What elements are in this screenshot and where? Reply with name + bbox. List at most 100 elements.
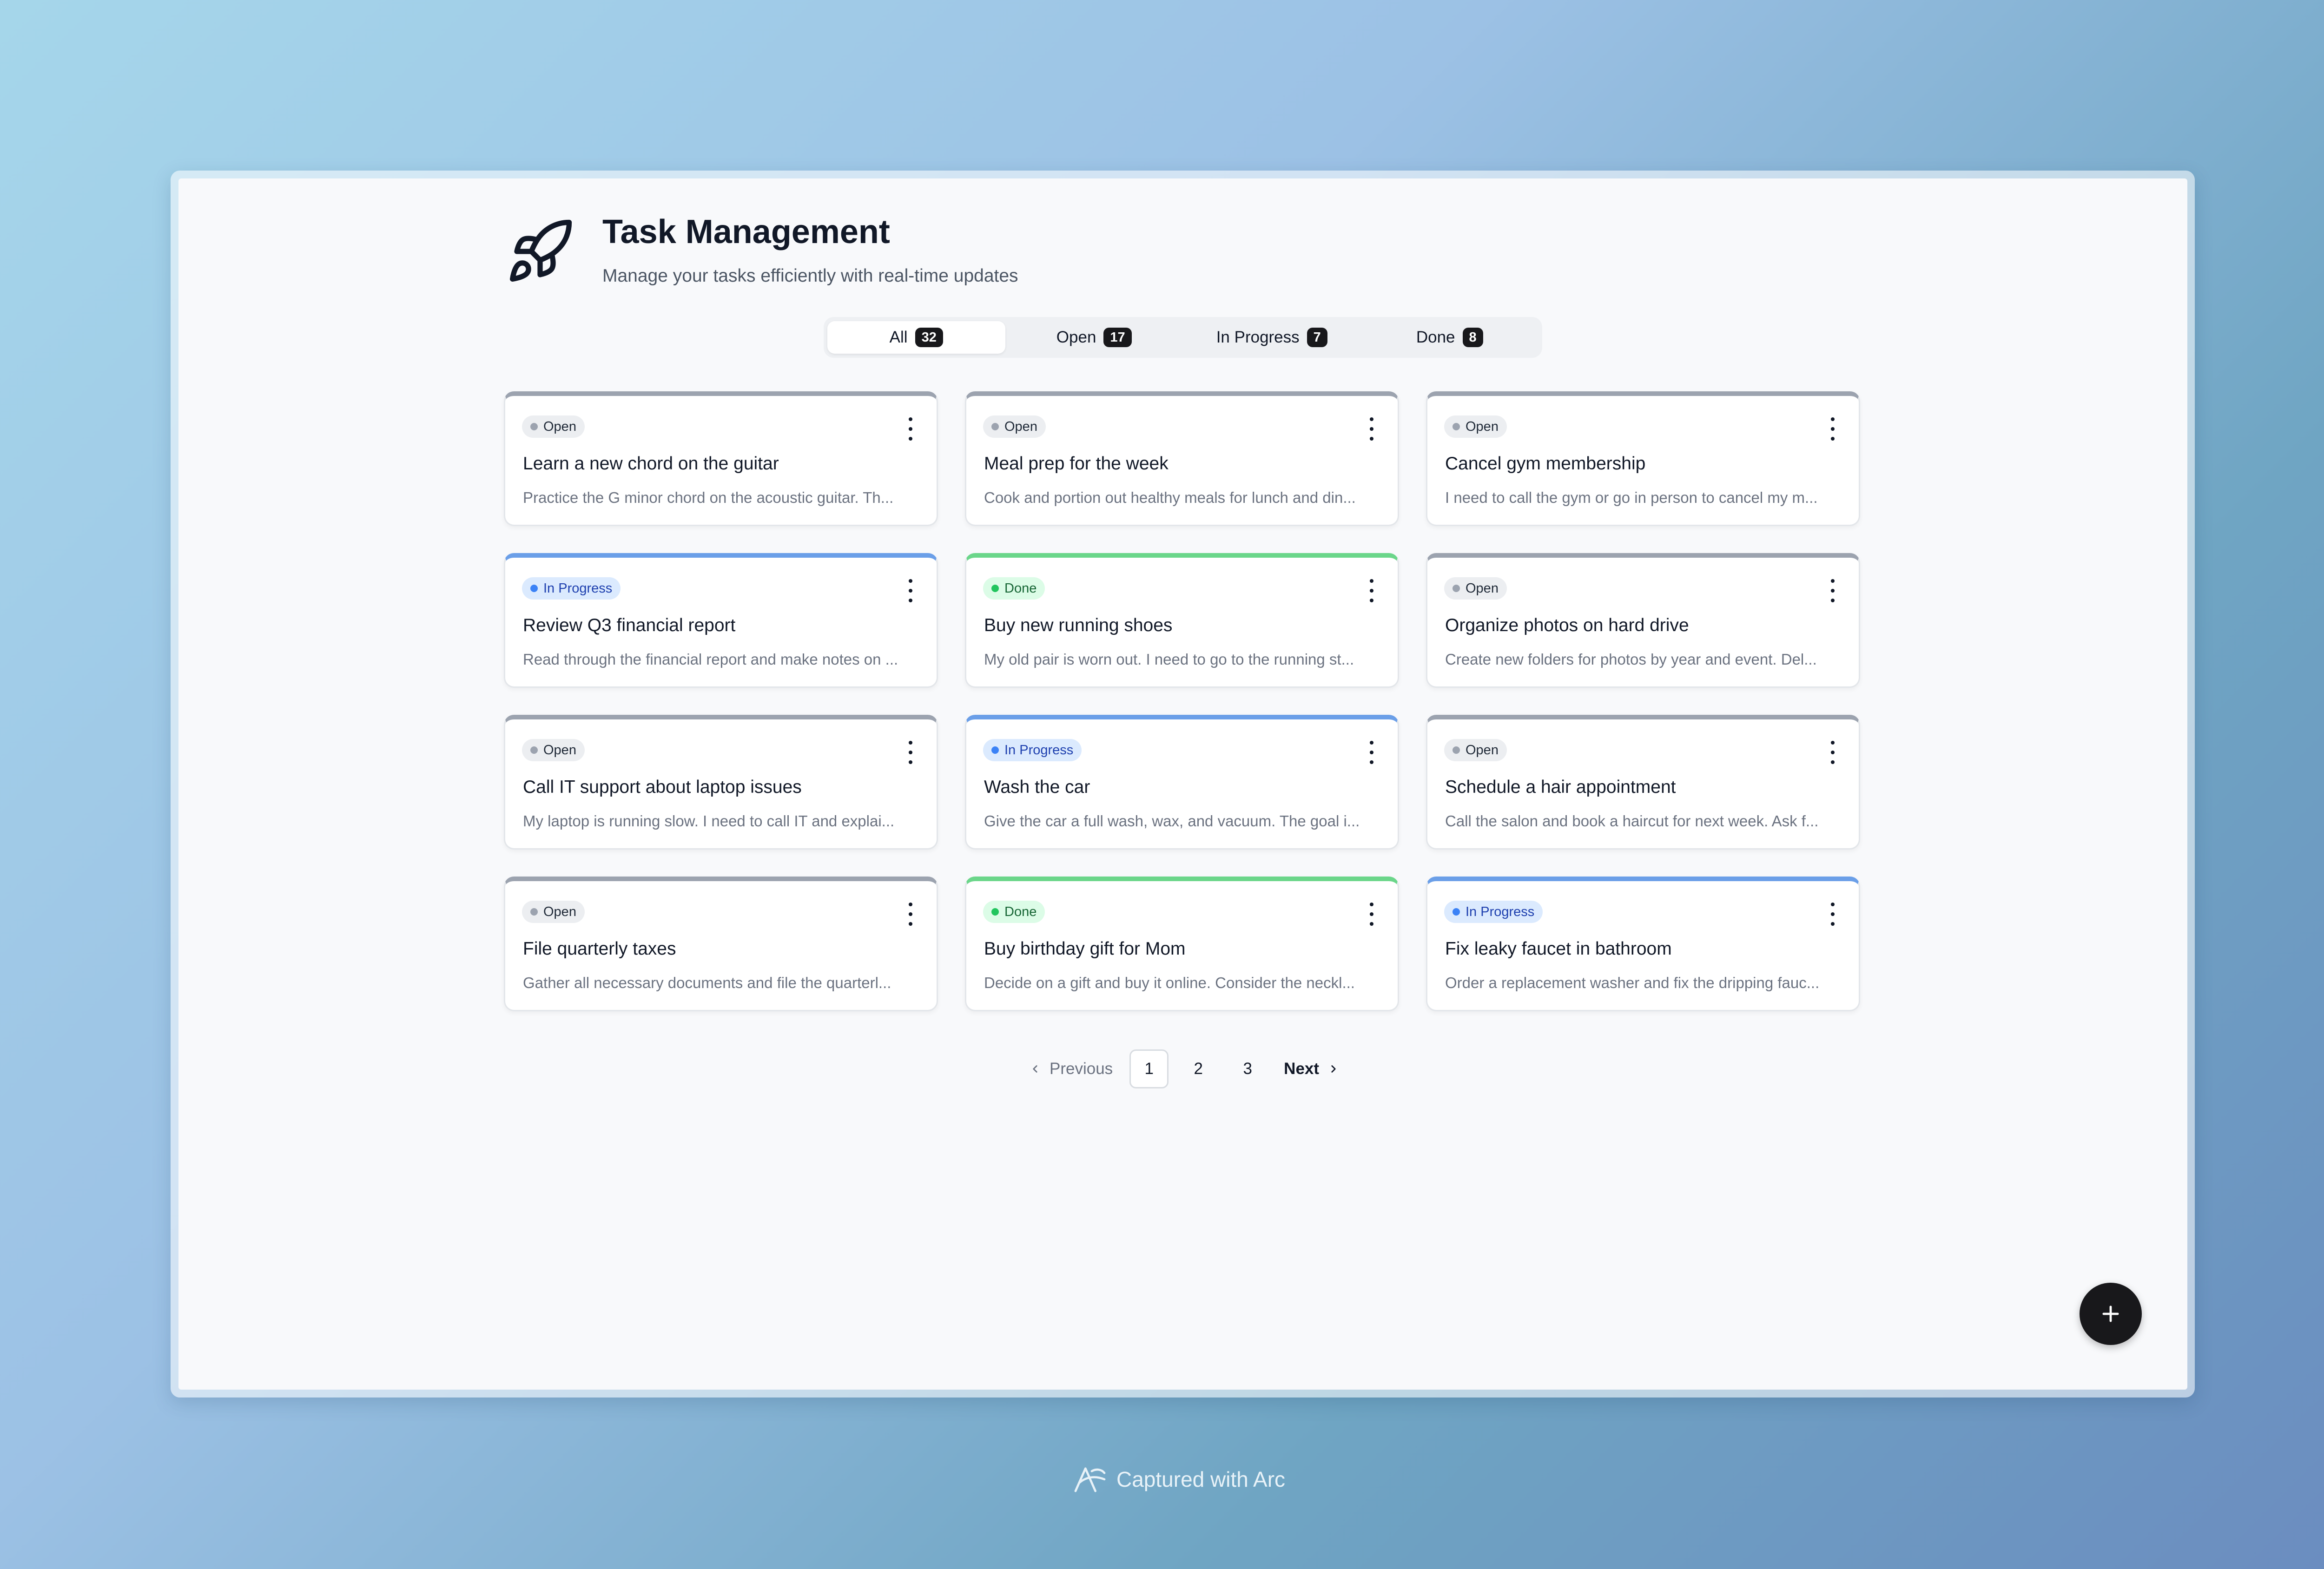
- task-card[interactable]: Done Buy birthday gift for Mom Decide on…: [965, 877, 1399, 1011]
- task-description: My old pair is worn out. I need to go to…: [984, 651, 1354, 668]
- task-card[interactable]: Open Schedule a hair appointment Call th…: [1426, 715, 1860, 850]
- status-badge: Open: [1444, 739, 1507, 761]
- status-badge: In Progress: [1444, 901, 1543, 923]
- pagination: Previous 1 2 3 Next: [1023, 1048, 1346, 1089]
- page-3-button[interactable]: 3: [1228, 1049, 1267, 1088]
- more-options-icon[interactable]: [1828, 903, 1837, 926]
- tab-count-badge: 32: [915, 327, 943, 348]
- status-dot: [1452, 423, 1460, 430]
- status-filter-tabs: All 32 Open 17 In Progress 7 Done 8: [824, 317, 1542, 358]
- status-badge: In Progress: [522, 577, 621, 600]
- status-dot: [991, 423, 999, 430]
- tab-label: In Progress: [1216, 328, 1300, 346]
- next-label: Next: [1284, 1060, 1320, 1078]
- more-options-icon[interactable]: [1828, 417, 1837, 441]
- status-dot: [530, 908, 538, 916]
- task-title: Review Q3 financial report: [523, 615, 736, 635]
- more-options-icon[interactable]: [906, 417, 915, 441]
- status-badge: Open: [1444, 577, 1507, 600]
- more-options-icon[interactable]: [1367, 579, 1376, 602]
- status-label: Open: [1466, 419, 1499, 434]
- status-badge: Open: [1444, 415, 1507, 438]
- status-label: Open: [543, 419, 576, 434]
- task-description: Call the salon and book a haircut for ne…: [1445, 812, 1819, 830]
- tab-done[interactable]: Done 8: [1361, 321, 1539, 354]
- add-task-button[interactable]: [2080, 1283, 2142, 1345]
- status-label: Open: [543, 904, 576, 919]
- tab-count-badge: 8: [1462, 327, 1483, 348]
- task-title: Learn a new chord on the guitar: [523, 454, 779, 474]
- task-description: Practice the G minor chord on the acoust…: [523, 489, 894, 506]
- status-dot: [991, 746, 999, 754]
- status-label: In Progress: [1466, 904, 1535, 919]
- task-description: Decide on a gift and buy it online. Cons…: [984, 974, 1355, 991]
- task-grid: Open Learn a new chord on the guitar Pra…: [504, 391, 1860, 1011]
- rocket-icon: [505, 217, 575, 286]
- task-title: Schedule a hair appointment: [1445, 777, 1676, 797]
- task-description: I need to call the gym or go in person t…: [1445, 489, 1818, 506]
- tab-all[interactable]: All 32: [827, 321, 1005, 354]
- page-title: Task Management: [602, 213, 890, 251]
- more-options-icon[interactable]: [906, 579, 915, 602]
- status-badge: Open: [983, 415, 1046, 438]
- tab-label: All: [889, 328, 908, 346]
- task-card[interactable]: Done Buy new running shoes My old pair i…: [965, 553, 1399, 688]
- tab-in-progress[interactable]: In Progress 7: [1183, 321, 1361, 354]
- tab-count-badge: 17: [1103, 327, 1132, 348]
- page-subtitle: Manage your tasks efficiently with real-…: [602, 266, 1018, 286]
- status-label: Done: [1004, 580, 1037, 596]
- page-2-button[interactable]: 2: [1179, 1049, 1218, 1088]
- status-dot: [1452, 746, 1460, 754]
- task-card[interactable]: Open Meal prep for the week Cook and por…: [965, 391, 1399, 526]
- more-options-icon[interactable]: [1828, 579, 1837, 602]
- previous-label: Previous: [1050, 1060, 1113, 1078]
- task-title: Organize photos on hard drive: [1445, 615, 1689, 635]
- status-badge: Open: [522, 739, 585, 761]
- task-description: Cook and portion out healthy meals for l…: [984, 489, 1356, 506]
- page-1-button[interactable]: 1: [1129, 1049, 1169, 1088]
- more-options-icon[interactable]: [906, 741, 915, 764]
- tab-open[interactable]: Open 17: [1005, 321, 1183, 354]
- status-badge: Open: [522, 415, 585, 438]
- task-title: File quarterly taxes: [523, 939, 676, 959]
- status-label: Open: [1466, 580, 1499, 596]
- task-card[interactable]: Open File quarterly taxes Gather all nec…: [504, 877, 938, 1011]
- more-options-icon[interactable]: [1367, 417, 1376, 441]
- status-dot: [530, 423, 538, 430]
- status-badge: Open: [522, 901, 585, 923]
- task-title: Call IT support about laptop issues: [523, 777, 802, 797]
- tab-label: Open: [1056, 328, 1096, 346]
- task-card[interactable]: Open Organize photos on hard drive Creat…: [1426, 553, 1860, 688]
- task-card[interactable]: In Progress Fix leaky faucet in bathroom…: [1426, 877, 1860, 1011]
- previous-page-button[interactable]: Previous: [1023, 1060, 1119, 1078]
- more-options-icon[interactable]: [1828, 741, 1837, 764]
- task-title: Buy new running shoes: [984, 615, 1173, 635]
- more-options-icon[interactable]: [1367, 741, 1376, 764]
- next-page-button[interactable]: Next: [1277, 1060, 1346, 1078]
- status-label: In Progress: [1004, 742, 1074, 758]
- tab-count-badge: 7: [1307, 327, 1327, 348]
- task-title: Buy birthday gift for Mom: [984, 939, 1186, 959]
- task-description: Gather all necessary documents and file …: [523, 974, 891, 991]
- task-title: Meal prep for the week: [984, 454, 1169, 474]
- status-label: Open: [543, 742, 576, 758]
- more-options-icon[interactable]: [906, 903, 915, 926]
- task-card[interactable]: Open Learn a new chord on the guitar Pra…: [504, 391, 938, 526]
- task-card[interactable]: In Progress Review Q3 financial report R…: [504, 553, 938, 688]
- task-card[interactable]: Open Call IT support about laptop issues…: [504, 715, 938, 850]
- tab-label: Done: [1416, 328, 1455, 346]
- task-description: Read through the financial report and ma…: [523, 651, 898, 668]
- status-label: Open: [1466, 742, 1499, 758]
- task-title: Cancel gym membership: [1445, 454, 1646, 474]
- task-description: Give the car a full wash, wax, and vacuu…: [984, 812, 1360, 830]
- more-options-icon[interactable]: [1367, 903, 1376, 926]
- status-label: Open: [1004, 419, 1037, 434]
- task-card[interactable]: Open Cancel gym membership I need to cal…: [1426, 391, 1860, 526]
- chevron-left-icon: [1033, 1065, 1037, 1073]
- status-label: Done: [1004, 904, 1037, 919]
- footer-text: Captured with Arc: [1116, 1467, 1286, 1491]
- arc-logo-icon: [1074, 1467, 1106, 1492]
- task-description: My laptop is running slow. I need to cal…: [523, 812, 895, 830]
- task-card[interactable]: In Progress Wash the car Give the car a …: [965, 715, 1399, 850]
- status-dot: [530, 585, 538, 592]
